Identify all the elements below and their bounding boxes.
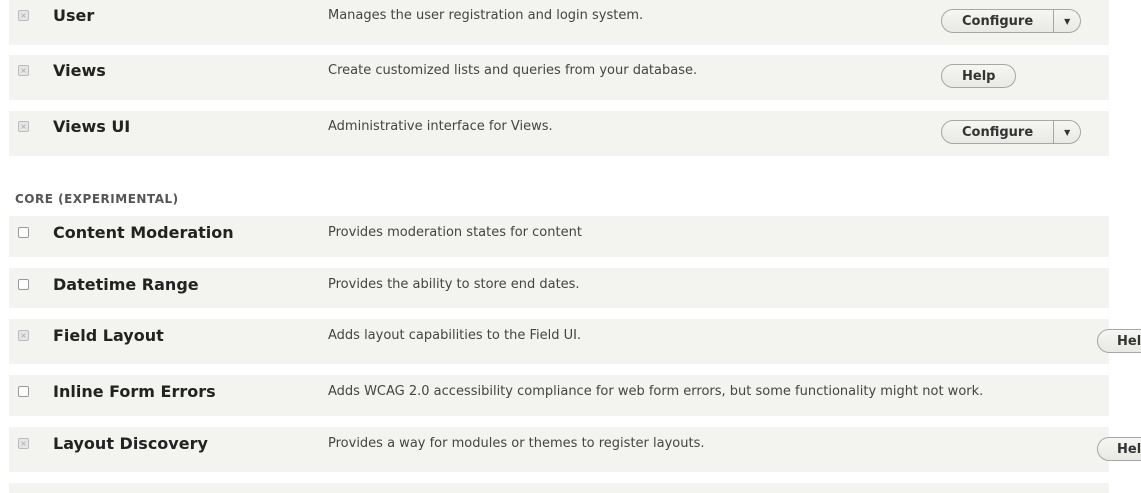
module-checkbox[interactable] [18,386,29,397]
button-label: Hel [1117,441,1141,457]
help-button[interactable]: Hel [1097,329,1141,353]
module-description: Adds layout capabilities to the Field UI… [328,328,582,343]
module-description: Provides a way for modules or themes to … [328,436,705,451]
module-description: Manages the user registration and login … [328,8,644,23]
module-checkbox: × [18,65,29,76]
button-label: Hel [1117,333,1141,349]
button-label: Configure [962,124,1034,140]
module-description: Provides the ability to store end dates. [328,277,580,292]
button-label: Configure [962,13,1034,29]
button-label: Help [962,68,996,84]
help-button[interactable]: Hel [1097,437,1141,461]
configure-button[interactable]: Configure ▼ [941,120,1082,144]
module-name: Inline Form Errors [53,382,216,401]
module-name: Layout Discovery [53,434,208,453]
module-checkbox: × [18,438,29,449]
module-checkbox[interactable] [18,227,29,238]
module-checkbox: × [18,330,29,341]
section-header: CORE (EXPERIMENTAL) [15,192,179,206]
module-description: Provides moderation states for content [328,225,582,240]
module-row: × Layout Discovery Provides a way for modu… [9,427,1109,472]
chevron-down-icon[interactable]: ▼ [1053,10,1080,32]
module-row: Inline Form Errors Adds WCAG 2.0 accessib… [9,375,1109,416]
module-description: Create customized lists and queries from… [328,63,698,78]
module-name: Views [53,61,106,80]
module-row: Datetime Range Provides the ability to st… [9,268,1109,308]
module-name: Field Layout [53,326,164,345]
module-name: Content Moderation [53,223,234,242]
module-description: Administrative interface for Views. [328,119,553,134]
module-name: User [53,6,95,25]
chevron-down-icon[interactable]: ▼ [1053,121,1080,143]
module-checkbox: × [18,121,29,132]
module-name: Views UI [53,117,131,136]
module-row: × Field Layout Adds layout capabilities to… [9,319,1109,364]
module-description: Adds WCAG 2.0 accessibility compliance f… [328,384,984,399]
configure-button[interactable]: Configure ▼ [941,9,1082,33]
module-checkbox[interactable] [18,279,29,290]
help-button[interactable]: Help [941,64,1017,88]
module-checkbox: × [18,10,29,21]
module-row: Content Moderation Provides moderation st… [9,216,1109,257]
module-name: Datetime Range [53,275,199,294]
